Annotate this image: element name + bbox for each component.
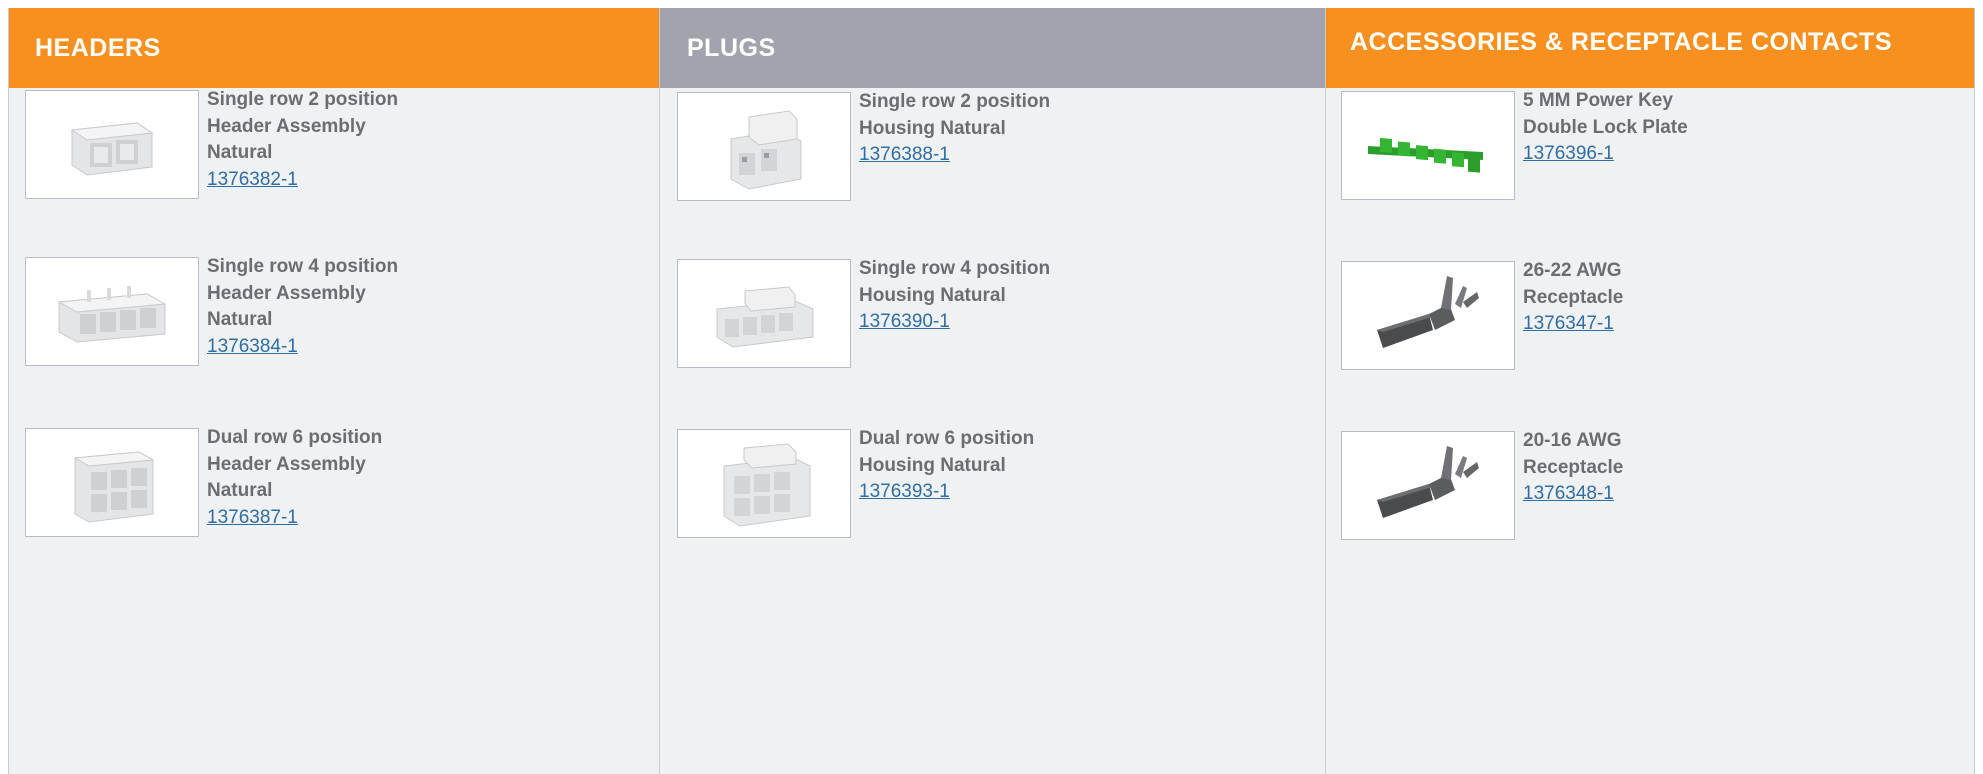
product-description: Single row 2 position Header Assembly Na… (207, 87, 398, 193)
product-item: Single row 2 position Housing Natural 13… (677, 89, 1050, 201)
product-item: 5 MM Power Key Double Lock Plate 1376396… (1341, 88, 1688, 200)
housing-6pos-image[interactable] (677, 429, 851, 538)
product-item: Single row 4 position Housing Natural 13… (677, 256, 1050, 368)
header-6pos-image[interactable] (25, 428, 199, 537)
headers-column: HEADERS Single row 2 position Header Ass… (8, 8, 659, 774)
product-line: Double Lock Plate (1523, 116, 1688, 138)
product-line: 20-16 AWG (1523, 430, 1622, 451)
part-number-link[interactable]: 1376396-1 (1523, 141, 1688, 167)
product-item: Dual row 6 position Housing Natural 1376… (677, 426, 1034, 538)
lock-plate-image[interactable] (1341, 91, 1515, 200)
product-line: Header Assembly (207, 453, 366, 475)
product-line: Single row 2 position (207, 89, 399, 110)
product-line: Dual row 6 position (859, 428, 1035, 449)
product-line: Housing Natural (859, 454, 1006, 476)
product-description: 26-22 AWG Receptacle 1376347-1 (1523, 258, 1623, 337)
product-item: Dual row 6 position Header Assembly Natu… (25, 425, 382, 537)
part-number-link[interactable]: 1376347-1 (1523, 311, 1623, 337)
part-number-link[interactable]: 1376348-1 (1523, 481, 1623, 507)
accessories-column: ACCESSORIES & RECEPTACLE CONTACTS 5 MM P… (1325, 8, 1975, 774)
part-number-link[interactable]: 1376384-1 (207, 334, 398, 360)
part-number-link[interactable]: 1376387-1 (207, 505, 382, 531)
product-line: Natural (207, 309, 273, 330)
product-line: Natural (207, 142, 273, 163)
product-item: 20-16 AWG Receptacle 1376348-1 (1341, 428, 1623, 540)
product-line: Natural (207, 480, 273, 501)
part-number-link[interactable]: 1376390-1 (859, 309, 1050, 335)
product-line: 5 MM Power Key (1523, 90, 1673, 111)
product-description: Dual row 6 position Housing Natural 1376… (859, 426, 1034, 505)
part-number-link[interactable]: 1376382-1 (207, 167, 398, 193)
product-line: Dual row 6 position (207, 427, 383, 448)
product-description: Dual row 6 position Header Assembly Natu… (207, 425, 382, 531)
product-line: Single row 2 position (859, 91, 1051, 112)
product-description: Single row 2 position Housing Natural 13… (859, 89, 1050, 168)
product-line: Header Assembly (207, 115, 366, 137)
product-description: 20-16 AWG Receptacle 1376348-1 (1523, 428, 1623, 507)
product-line: Housing Natural (859, 117, 1006, 139)
product-line: Receptacle (1523, 456, 1624, 478)
product-item: Single row 2 position Header Assembly Na… (25, 87, 398, 199)
product-item: Single row 4 position Header Assembly Na… (25, 254, 398, 366)
headers-column-title: HEADERS (9, 8, 659, 88)
header-2pos-image[interactable] (25, 90, 199, 199)
product-line: Header Assembly (207, 282, 366, 304)
product-description: Single row 4 position Housing Natural 13… (859, 256, 1050, 335)
receptacle-contact-image[interactable] (1341, 261, 1515, 370)
product-line: Single row 4 position (859, 258, 1051, 279)
product-line: 26-22 AWG (1523, 260, 1622, 281)
accessories-column-title: ACCESSORIES & RECEPTACLE CONTACTS (1326, 8, 1974, 88)
receptacle-contact-image[interactable] (1341, 431, 1515, 540)
product-line: Receptacle (1523, 286, 1624, 308)
header-4pos-image[interactable] (25, 257, 199, 366)
plugs-column: PLUGS Single row 2 position Housing Natu… (659, 8, 1325, 774)
product-description: 5 MM Power Key Double Lock Plate 1376396… (1523, 88, 1688, 167)
product-line: Single row 4 position (207, 256, 399, 277)
plugs-column-title: PLUGS (660, 8, 1325, 88)
product-item: 26-22 AWG Receptacle 1376347-1 (1341, 258, 1623, 370)
part-number-link[interactable]: 1376393-1 (859, 479, 1034, 505)
housing-4pos-image[interactable] (677, 259, 851, 368)
housing-2pos-image[interactable] (677, 92, 851, 201)
product-line: Housing Natural (859, 284, 1006, 306)
product-grid: HEADERS Single row 2 position Header Ass… (8, 8, 1975, 774)
part-number-link[interactable]: 1376388-1 (859, 142, 1050, 168)
product-description: Single row 4 position Header Assembly Na… (207, 254, 398, 360)
